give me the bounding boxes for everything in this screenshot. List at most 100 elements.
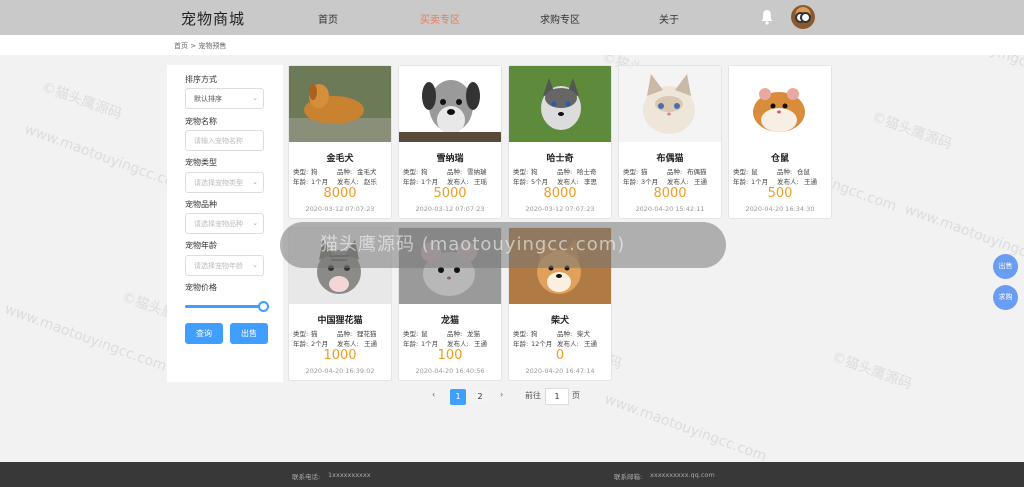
pet-photo[interactable] bbox=[509, 66, 611, 142]
pet-price: 500 bbox=[767, 186, 793, 201]
pet-age-label: 年龄: bbox=[293, 178, 309, 186]
pet-breed: 雪纳瑞 bbox=[467, 168, 487, 176]
breed-select[interactable]: 请选择宠物品种 ⌄ bbox=[185, 213, 264, 234]
user-avatar[interactable] bbox=[791, 5, 815, 29]
page-suffix: 页 bbox=[572, 391, 580, 400]
nav-wanted[interactable]: 求购专区 bbox=[540, 11, 580, 26]
pet-photo[interactable] bbox=[729, 66, 831, 142]
pet-type-label: 类型: bbox=[403, 168, 419, 176]
pet-name[interactable]: 雪纳瑞 bbox=[399, 151, 501, 164]
search-button[interactable]: 查询 bbox=[185, 323, 223, 344]
pet-breed: 哈士奇 bbox=[577, 168, 597, 176]
goto-label: 前往 bbox=[525, 391, 541, 400]
pet-publish-time: 2020-04-20 16:39:02 bbox=[305, 367, 375, 375]
type-select[interactable]: 请选择宠物类型 ⌄ bbox=[185, 172, 264, 193]
pet-publisher: 李思 bbox=[584, 178, 597, 186]
bell-icon[interactable] bbox=[760, 9, 774, 25]
brand-logo-text[interactable]: 宠物商城 bbox=[181, 8, 245, 29]
pet-publish-time: 2020-04-20 16:34:30 bbox=[745, 205, 815, 213]
page-2[interactable]: 2 bbox=[472, 389, 488, 405]
sell-button[interactable]: 出售 bbox=[230, 323, 268, 344]
pet-publisher: 王通 bbox=[364, 340, 377, 348]
watermark-banner: 猫头鹰源码 (maotouyingcc.com) bbox=[280, 222, 726, 268]
pet-type: 狗 bbox=[421, 168, 428, 176]
pet-publisher: 王通 bbox=[584, 340, 597, 348]
pet-type-label: 类型: bbox=[293, 168, 309, 176]
pet-type: 狗 bbox=[531, 330, 538, 338]
float-buy-button[interactable]: 求购 bbox=[993, 285, 1018, 310]
pet-breed: 狸花猫 bbox=[357, 330, 377, 338]
price-slider-track[interactable] bbox=[185, 305, 263, 308]
sort-select[interactable]: 默认排序 ⌄ bbox=[185, 88, 264, 109]
pet-publisher: 赵乐 bbox=[364, 178, 377, 186]
pet-price: 8000 bbox=[653, 186, 687, 201]
breadcrumb[interactable]: 首页 > 宠物预售 bbox=[174, 41, 226, 51]
breed-label: 宠物品种 bbox=[185, 200, 217, 209]
nav-about[interactable]: 关于 bbox=[659, 11, 679, 26]
breed-select-placeholder: 请选择宠物品种 bbox=[194, 220, 243, 228]
pet-publisher-label: 发布人: bbox=[667, 178, 689, 186]
pet-breed: 龙猫 bbox=[467, 330, 480, 338]
pet-age-label: 年龄: bbox=[733, 178, 749, 186]
float-sell-button[interactable]: 出售 bbox=[993, 254, 1018, 279]
pet-type: 鼠 bbox=[421, 330, 428, 338]
pet-type: 狗 bbox=[311, 168, 318, 176]
top-navbar: 宠物商城 首页 买卖专区 求购专区 关于 bbox=[0, 0, 1024, 35]
chevron-down-icon: ⌄ bbox=[252, 94, 258, 102]
pet-name[interactable]: 布偶猫 bbox=[619, 151, 721, 164]
pet-card[interactable]: 布偶猫 类型: 猫品种: 布偶猫 年龄: 3个月 发布人: 王通 8000 2020-04-20 … bbox=[618, 65, 722, 219]
footer: 联系电话: 1xxxxxxxxxx 联系邮箱: xxxxxxxxxx.qq.co… bbox=[0, 462, 1024, 487]
pet-age: 2个月 bbox=[311, 340, 329, 348]
prev-page-button[interactable]: ‹ bbox=[432, 390, 435, 399]
page-1[interactable]: 1 bbox=[450, 389, 466, 405]
pet-breed-label: 品种: bbox=[557, 330, 573, 338]
pet-age: 1个月 bbox=[421, 340, 439, 348]
pet-breed: 仓鼠 bbox=[797, 168, 810, 176]
pet-publisher: 王通 bbox=[804, 178, 817, 186]
nav-home[interactable]: 首页 bbox=[318, 11, 338, 26]
age-select-placeholder: 请选择宠物年龄 bbox=[194, 262, 243, 270]
footer-phone: 1xxxxxxxxxx bbox=[328, 471, 371, 479]
pet-name[interactable]: 柴犬 bbox=[509, 313, 611, 326]
pet-age-label: 年龄: bbox=[513, 340, 529, 348]
pet-breed-label: 品种: bbox=[337, 168, 353, 176]
goto-page-input[interactable]: 1 bbox=[545, 388, 569, 405]
type-label: 宠物类型 bbox=[185, 158, 217, 167]
watermark-text: ©猫头鹰源码 bbox=[869, 109, 954, 153]
pet-publish-time: 2020-04-20 15:42:11 bbox=[635, 205, 705, 213]
pet-type-label: 类型: bbox=[733, 168, 749, 176]
pet-breed-label: 品种: bbox=[667, 168, 683, 176]
pet-name[interactable]: 中国狸花猫 bbox=[289, 313, 391, 326]
nav-trade[interactable]: 买卖专区 bbox=[420, 11, 460, 26]
age-select[interactable]: 请选择宠物年龄 ⌄ bbox=[185, 255, 264, 276]
name-input[interactable]: 请输入宠物名称 bbox=[185, 130, 264, 151]
pet-publish-time: 2020-04-20 16:47:14 bbox=[525, 367, 595, 375]
chevron-down-icon: ⌄ bbox=[252, 261, 258, 269]
price-slider-handle[interactable] bbox=[258, 301, 269, 312]
pet-breed: 金毛犬 bbox=[357, 168, 377, 176]
pet-price: 8000 bbox=[543, 186, 577, 201]
pet-publisher: 王通 bbox=[694, 178, 707, 186]
pet-card[interactable]: 雪纳瑞 类型: 狗品种: 雪纳瑞 年龄: 1个月 发布人: 王瑶 5000 2020-03-12 … bbox=[398, 65, 502, 219]
pet-photo[interactable] bbox=[399, 66, 501, 142]
breadcrumb-bar: 首页 > 宠物预售 bbox=[0, 35, 1024, 55]
pet-breed-label: 品种: bbox=[777, 168, 793, 176]
pet-photo[interactable] bbox=[289, 66, 391, 142]
pet-age: 12个月 bbox=[531, 340, 553, 348]
pet-publish-time: 2020-03-12 07:07:23 bbox=[305, 205, 375, 213]
type-select-placeholder: 请选择宠物类型 bbox=[194, 179, 243, 187]
pet-name[interactable]: 龙猫 bbox=[399, 313, 501, 326]
pet-name[interactable]: 金毛犬 bbox=[289, 151, 391, 164]
pet-name[interactable]: 仓鼠 bbox=[729, 151, 831, 164]
pet-publisher-label: 发布人: bbox=[337, 178, 359, 186]
next-page-button[interactable]: › bbox=[500, 390, 503, 399]
pet-card[interactable]: 仓鼠 类型: 鼠品种: 仓鼠 年龄: 1个月 发布人: 王通 500 2020-04-20 16:… bbox=[728, 65, 832, 219]
pet-name[interactable]: 哈士奇 bbox=[509, 151, 611, 164]
pet-card[interactable]: 哈士奇 类型: 狗品种: 哈士奇 年龄: 5个月 发布人: 李思 8000 2020-03-12 … bbox=[508, 65, 612, 219]
pet-publish-time: 2020-04-20 16:40:56 bbox=[415, 367, 485, 375]
pet-photo[interactable] bbox=[619, 66, 721, 142]
pet-card[interactable]: 金毛犬 类型: 狗品种: 金毛犬 年龄: 1个月 发布人: 赵乐 8000 2020-03-12 … bbox=[288, 65, 392, 219]
pet-type-label: 类型: bbox=[403, 330, 419, 338]
chevron-down-icon: ⌄ bbox=[252, 178, 258, 186]
pet-breed-label: 品种: bbox=[447, 168, 463, 176]
